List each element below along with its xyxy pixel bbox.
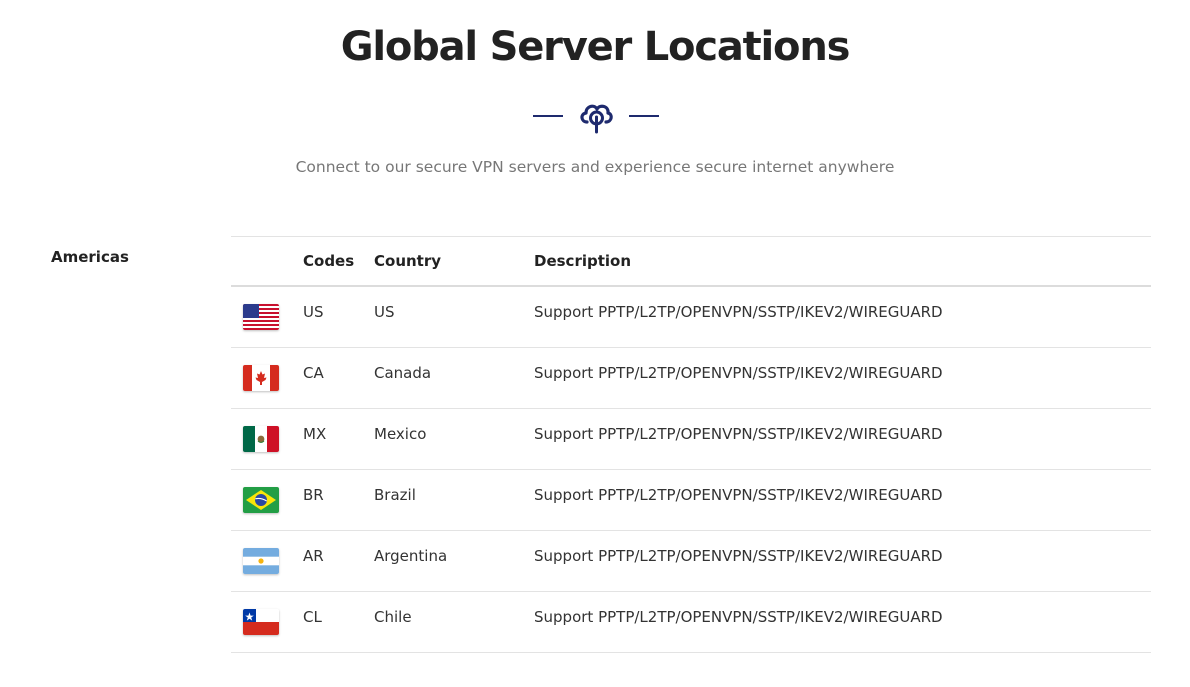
table-row: BR Brazil Support PPTP/L2TP/OPENVPN/SSTP… [231, 470, 1151, 531]
row-description: Support PPTP/L2TP/OPENVPN/SSTP/IKEV2/WIR… [534, 364, 943, 382]
row-code: MX [303, 425, 327, 443]
us-flag-icon [243, 304, 279, 330]
server-table: Codes Country Description US US Support … [231, 236, 1151, 653]
page-subtitle: Connect to our secure VPN servers and ex… [295, 158, 895, 176]
table-row: US US Support PPTP/L2TP/OPENVPN/SSTP/IKE… [231, 287, 1151, 348]
row-description: Support PPTP/L2TP/OPENVPN/SSTP/IKEV2/WIR… [534, 425, 943, 443]
table-row: CA Canada Support PPTP/L2TP/OPENVPN/SSTP… [231, 348, 1151, 409]
table-row: AR Argentina Support PPTP/L2TP/OPENVPN/S… [231, 531, 1151, 592]
cl-flag-icon [243, 609, 279, 635]
page-title: Global Server Locations [340, 24, 851, 70]
row-country: Chile [374, 608, 412, 626]
row-country: Mexico [374, 425, 427, 443]
divider-line-left [533, 115, 563, 117]
table-header: Codes Country Description [231, 237, 1151, 287]
cloud-lock-icon [576, 96, 616, 136]
row-code: BR [303, 486, 324, 504]
row-description: Support PPTP/L2TP/OPENVPN/SSTP/IKEV2/WIR… [534, 303, 943, 321]
row-description: Support PPTP/L2TP/OPENVPN/SSTP/IKEV2/WIR… [534, 547, 943, 565]
column-header-codes: Codes [303, 252, 355, 270]
row-description: Support PPTP/L2TP/OPENVPN/SSTP/IKEV2/WIR… [534, 486, 943, 504]
table-row: CL Chile Support PPTP/L2TP/OPENVPN/SSTP/… [231, 592, 1151, 653]
mx-flag-icon [243, 426, 279, 452]
row-code: CL [303, 608, 322, 626]
column-header-description: Description [534, 252, 632, 270]
ar-flag-icon [243, 548, 279, 574]
column-header-country: Country [374, 252, 442, 270]
title-divider [533, 96, 659, 136]
row-country: Canada [374, 364, 432, 382]
row-country: US [374, 303, 395, 321]
row-code: AR [303, 547, 324, 565]
ca-flag-icon [243, 365, 279, 391]
row-code: CA [303, 364, 324, 382]
table-row: MX Mexico Support PPTP/L2TP/OPENVPN/SSTP… [231, 409, 1151, 470]
row-country: Brazil [374, 486, 416, 504]
br-flag-icon [243, 487, 279, 513]
row-country: Argentina [374, 547, 448, 565]
region-label: Americas [51, 248, 129, 266]
row-code: US [303, 303, 324, 321]
divider-line-right [629, 115, 659, 117]
row-description: Support PPTP/L2TP/OPENVPN/SSTP/IKEV2/WIR… [534, 608, 943, 626]
